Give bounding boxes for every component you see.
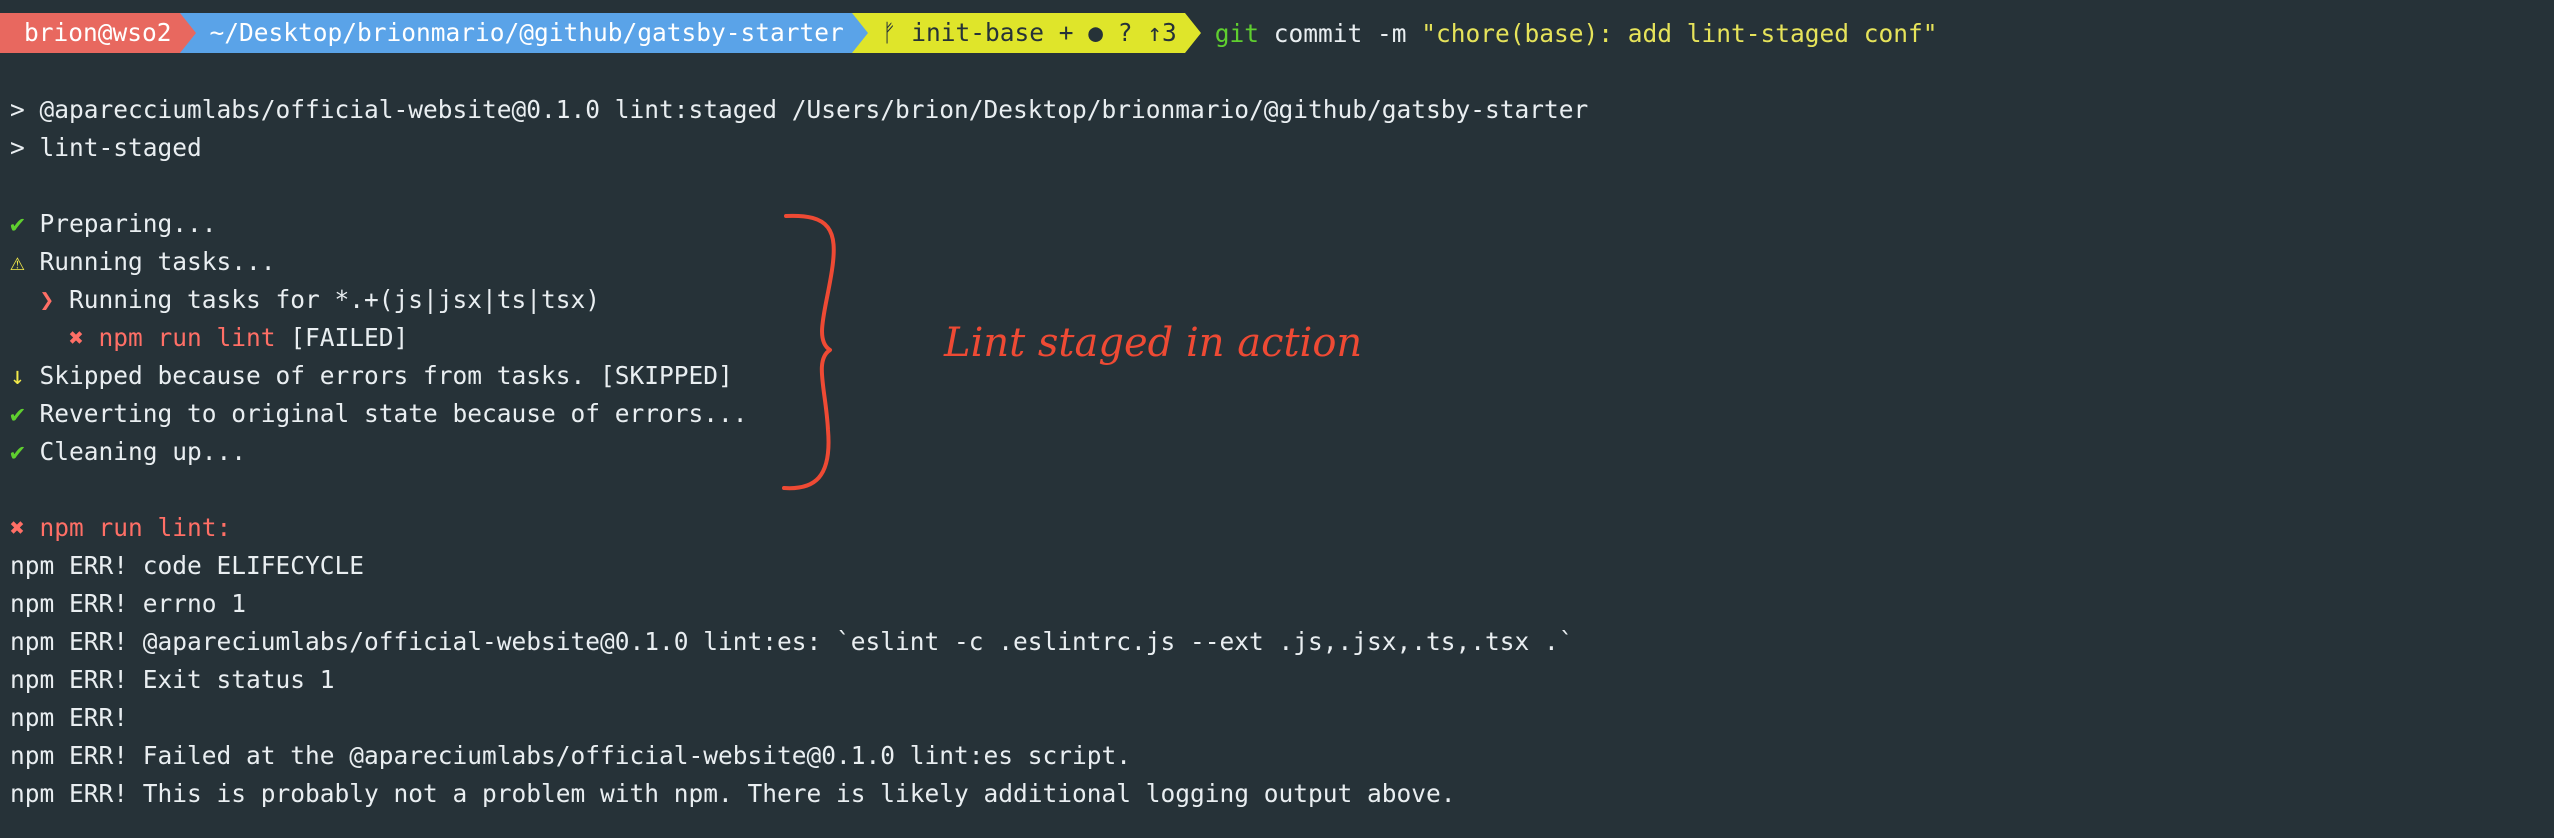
shell-prompt: brion@wso2 ~/Desktop/brionmario/@github/… [0,13,1938,53]
chevron-right-icon: ❯ [10,285,55,314]
check-icon: ✔ [10,209,25,238]
curly-brace-annotation [782,213,836,491]
cross-icon: ✖ [10,323,84,352]
command-keyword: git [1214,18,1260,48]
task-line: ↓ Skipped because of errors from tasks. … [10,357,733,395]
task-text: Reverting to original state because of e… [24,399,748,428]
error-line: npm ERR! Exit status 1 [10,665,335,694]
error-line: npm ERR! errno 1 [10,589,247,618]
error-line: npm ERR! [10,703,129,732]
task-text: Running tasks... [24,247,276,276]
error-line: npm ERR! code ELIFECYCLE [10,551,365,580]
command-args: commit -m [1259,18,1422,48]
task-line: ✔ Preparing... [10,205,217,243]
task-text: Skipped because of errors from tasks. [S… [24,361,733,390]
npm-run-line: > @aparecciumlabs/official-website@0.1.0… [10,95,1589,124]
command-message: "chore(base): add lint-staged conf" [1421,18,1938,48]
prompt-user: brion@wso2 [0,13,180,53]
arrow-down-icon: ↓ [10,361,25,390]
task-text: Cleaning up... [24,437,247,466]
prompt-separator-arrow [179,13,196,53]
task-line: ❯ Running tasks for *.+(js|jsx|ts|tsx) [10,281,601,319]
warning-icon: ⚠ [10,247,25,276]
error-header: ✖ npm run lint: [10,513,232,542]
task-status: [FAILED] [275,323,409,352]
check-icon: ✔ [10,437,25,466]
task-line: ✖ npm run lint [FAILED] [10,319,408,357]
npm-run-line: > lint-staged [10,133,202,162]
prompt-separator-arrow [851,13,868,53]
error-line: npm ERR! Failed at the @apareciumlabs/of… [10,741,1132,770]
prompt-git-status: ᚠ init-base + ● ? ↑3 [867,13,1185,53]
task-text: Running tasks for *.+(js|jsx|ts|tsx) [54,285,601,314]
prompt-separator-arrow [1184,13,1201,53]
annotation-text: Lint staged in action [944,320,1363,366]
task-line: ✔ Reverting to original state because of… [10,395,748,433]
command-line[interactable]: git commit -m "chore(base): add lint-sta… [1201,19,1938,48]
task-text: Preparing... [24,209,217,238]
error-line: npm ERR! This is probably not a problem … [10,779,1456,808]
task-text: npm run lint [83,323,276,352]
task-line: ⚠ Running tasks... [10,243,276,281]
error-line: npm ERR! @apareciumlabs/official-website… [10,627,1574,656]
check-icon: ✔ [10,399,25,428]
prompt-path: ~/Desktop/brionmario/@github/gatsby-star… [195,13,852,53]
task-line: ✔ Cleaning up... [10,433,246,471]
